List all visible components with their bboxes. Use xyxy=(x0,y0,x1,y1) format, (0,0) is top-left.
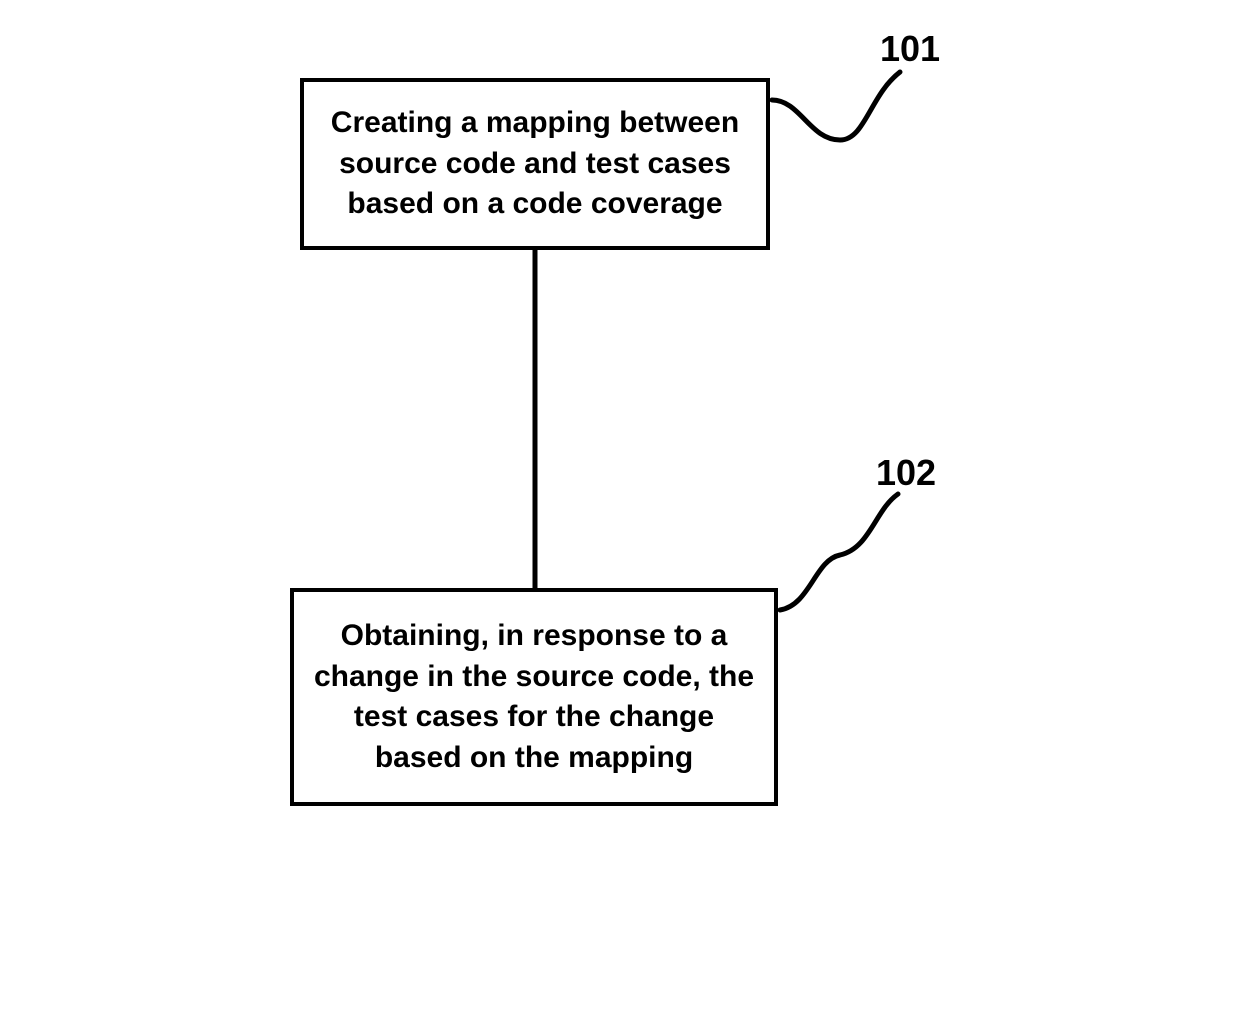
callout-101 xyxy=(772,72,900,140)
flow-step-101-text: Creating a mapping between source code a… xyxy=(318,103,752,225)
callout-102 xyxy=(780,494,898,610)
flow-step-102-label: 102 xyxy=(876,452,936,494)
flow-step-101: Creating a mapping between source code a… xyxy=(300,78,770,250)
flow-step-101-label: 101 xyxy=(880,28,940,70)
flow-step-102: Obtaining, in response to a change in th… xyxy=(290,588,778,806)
diagram-canvas: Creating a mapping between source code a… xyxy=(0,0,1240,1014)
flow-step-102-text: Obtaining, in response to a change in th… xyxy=(308,616,760,778)
